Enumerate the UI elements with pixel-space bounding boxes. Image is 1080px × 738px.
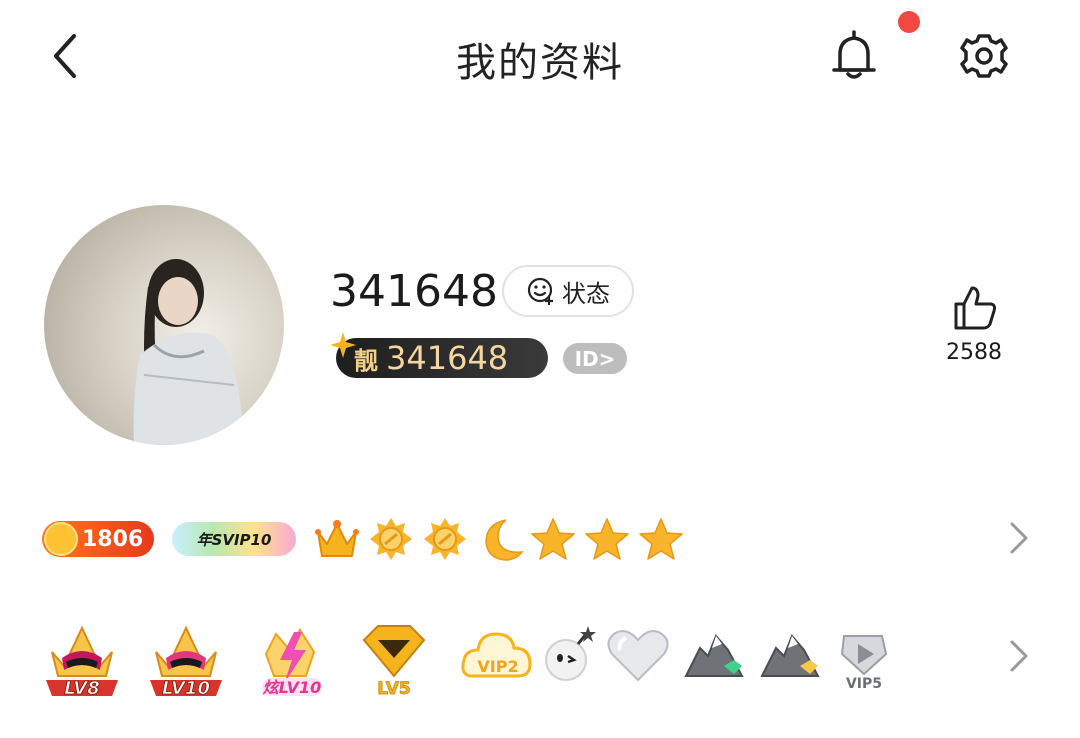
username: 341648 xyxy=(330,266,498,317)
avatar-photo xyxy=(133,259,244,445)
gear-icon xyxy=(960,34,1008,78)
diamond-badge-icon[interactable]: LV5 xyxy=(352,614,436,700)
badge-label: VIP2 xyxy=(477,657,518,676)
status-button[interactable]: 状态 xyxy=(502,265,634,317)
silver-heart-badge-icon[interactable] xyxy=(596,614,680,700)
badge-label: 炫LV10 xyxy=(263,678,322,697)
lightning-badge-icon[interactable]: 炫LV10 xyxy=(248,614,332,700)
avatar[interactable] xyxy=(44,205,284,445)
notification-dot xyxy=(898,11,920,33)
star-icon[interactable] xyxy=(584,516,630,562)
like-button[interactable] xyxy=(942,284,1006,332)
badge-label: LV5 xyxy=(377,679,410,699)
badge-label: LV10 xyxy=(162,678,210,699)
badge-label: LV8 xyxy=(64,678,99,699)
coin-count: 1806 xyxy=(82,526,144,552)
pretty-id-number: 341648 xyxy=(386,339,509,377)
smile-add-icon xyxy=(527,277,553,305)
svip-badge[interactable]: 年SVIP10 xyxy=(172,522,296,556)
star-icon[interactable] xyxy=(530,516,576,562)
sun-icon[interactable] xyxy=(368,516,414,562)
badge-label: VIP5 xyxy=(846,676,882,692)
lv8-crown-badge-icon[interactable]: LV8 xyxy=(40,614,124,700)
id-link-button[interactable]: ID> xyxy=(563,343,627,374)
coin-icon xyxy=(44,522,78,556)
pretty-id-badge[interactable]: 靓 341648 xyxy=(330,332,548,378)
sun-icon[interactable] xyxy=(422,516,468,562)
settings-button[interactable] xyxy=(952,26,1016,86)
star-icon[interactable] xyxy=(638,516,684,562)
lv10-crown-badge-icon[interactable]: LV10 xyxy=(144,614,228,700)
bell-icon xyxy=(832,30,876,79)
mountain-badge-icon[interactable] xyxy=(748,614,832,700)
sparkle-icon xyxy=(330,332,356,358)
page-title: 我的资料 xyxy=(456,40,624,86)
cloud-vip2-badge-icon[interactable]: VIP2 xyxy=(456,614,540,700)
coin-badge[interactable]: 1806 xyxy=(42,521,154,557)
mountain-badge-icon[interactable] xyxy=(672,614,756,700)
notifications-button[interactable] xyxy=(822,26,886,86)
like-count: 2588 xyxy=(946,340,1002,365)
moon-icon[interactable] xyxy=(478,516,524,562)
thumbs-up-icon xyxy=(954,286,996,330)
crown-icon[interactable] xyxy=(314,516,360,562)
vip5-badge-icon[interactable]: VIP5 xyxy=(822,614,906,700)
status-label: 状态 xyxy=(562,279,610,308)
chevron-right-icon[interactable] xyxy=(1004,636,1032,676)
chevron-right-icon[interactable] xyxy=(1004,518,1032,558)
